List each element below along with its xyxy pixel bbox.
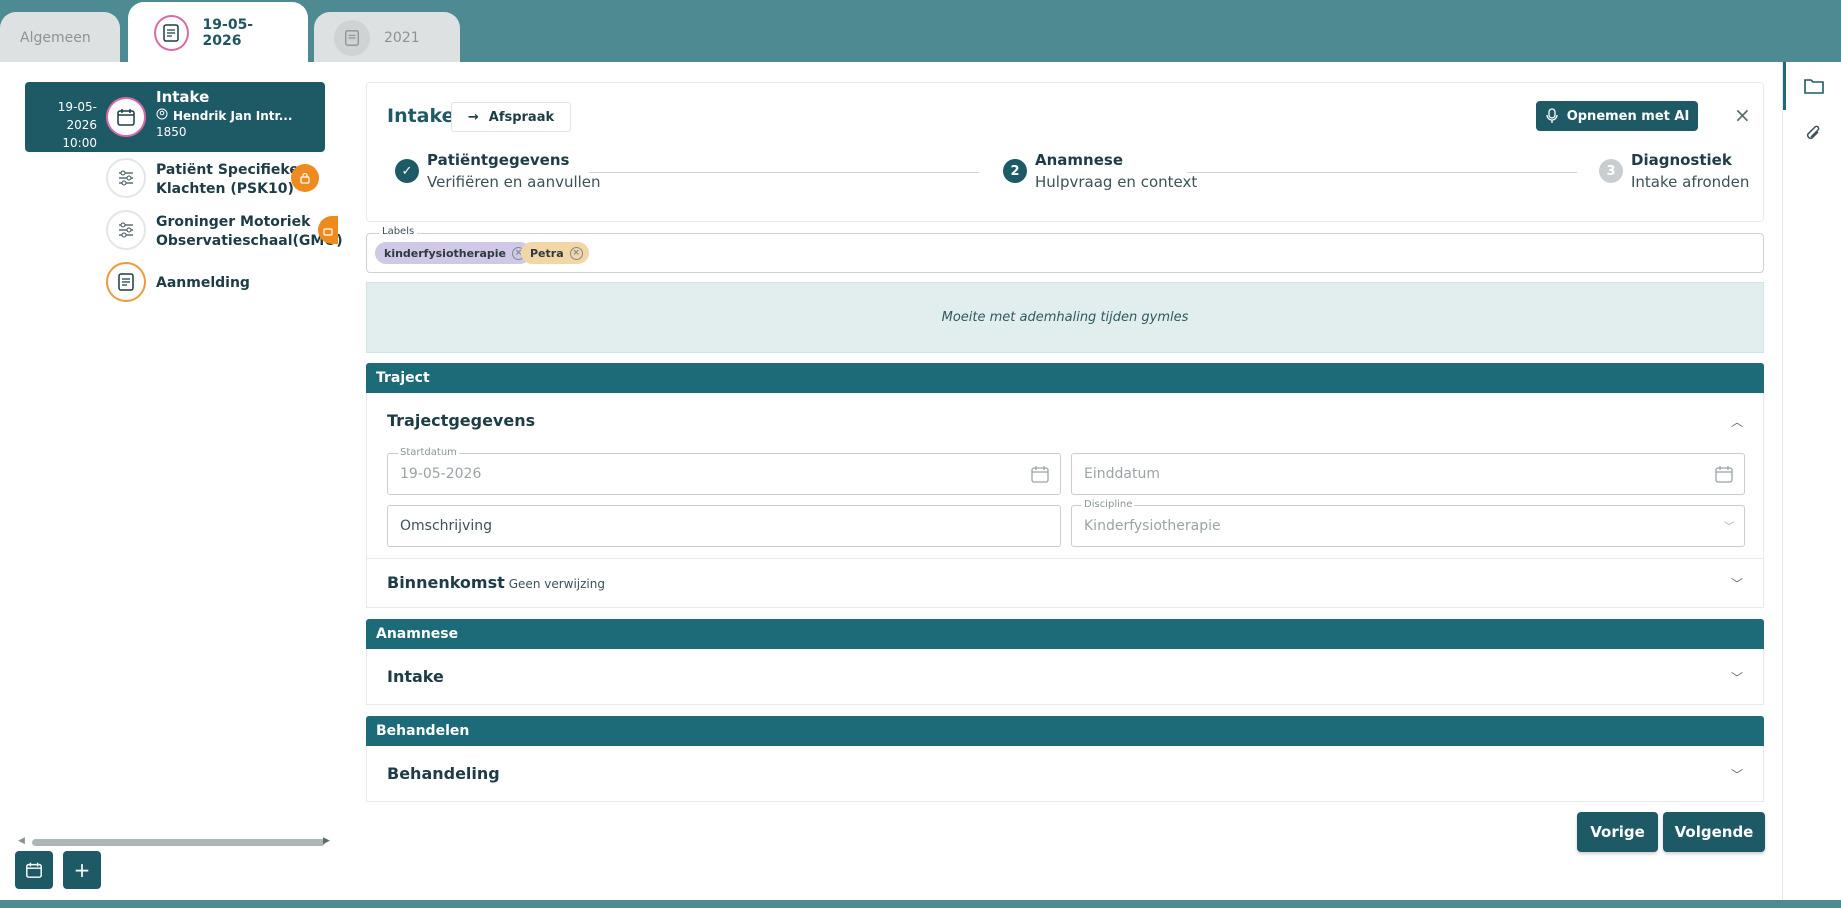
chevron-down-icon[interactable]: ﹀ bbox=[1731, 575, 1743, 592]
section-behandelen-body: Behandeling ﹀ bbox=[366, 746, 1764, 802]
sidebar-item-label: Groninger Motoriek Observatieschaal(GMO) bbox=[156, 214, 343, 249]
document-icon bbox=[334, 20, 370, 56]
appointment-date: 19-05-2026 bbox=[57, 100, 97, 132]
divider bbox=[367, 558, 1763, 559]
tab-label: 19-05-2026 bbox=[202, 17, 254, 49]
label-chip[interactable]: Petra × bbox=[521, 242, 589, 264]
chevron-up-icon[interactable]: ︿ bbox=[1731, 413, 1743, 430]
step-number: 3 bbox=[1599, 159, 1623, 183]
tab-label: Algemeen bbox=[20, 30, 91, 46]
scroll-thumb[interactable] bbox=[32, 839, 325, 846]
sidebar-scrollbar[interactable]: ◀ ▶ bbox=[18, 836, 334, 848]
section-traject-header: Traject bbox=[366, 363, 1764, 393]
lock-icon bbox=[291, 164, 319, 192]
discipline-select[interactable]: Discipline Kinderfysiotherapie ﹀ bbox=[1071, 499, 1745, 547]
scroll-right-icon[interactable]: ▶ bbox=[323, 836, 330, 846]
attachment-button[interactable] bbox=[1783, 110, 1841, 158]
patient-number: 1850 bbox=[156, 125, 187, 139]
sidebar-item-title: Intake bbox=[156, 88, 210, 106]
tab-algemeen[interactable]: Algemeen bbox=[0, 12, 120, 64]
calendar-icon bbox=[26, 862, 42, 878]
arrow-right-icon: → bbox=[467, 109, 479, 125]
step-subtitle: Hulpvraag en context bbox=[1035, 173, 1198, 191]
calendar-icon[interactable] bbox=[1030, 464, 1050, 488]
stepper-card: Intake → Afspraak Opnemen met AI × ✓ Pat… bbox=[366, 82, 1764, 222]
section-behandelen-header: Behandelen bbox=[366, 716, 1764, 746]
user-icon bbox=[156, 108, 168, 123]
trajectgegevens-title[interactable]: Trajectgegevens bbox=[387, 411, 535, 430]
plus-icon: + bbox=[73, 858, 91, 882]
omschrijving-placeholder: Omschrijving bbox=[400, 518, 492, 534]
binnenkomst-row[interactable]: Binnenkomst Geen verwijzing bbox=[387, 573, 605, 592]
einddatum-placeholder: Einddatum bbox=[1084, 466, 1160, 482]
document-icon bbox=[154, 15, 189, 51]
labels-caption: Labels bbox=[379, 226, 418, 237]
behandeling-row[interactable]: Behandeling bbox=[387, 764, 500, 783]
step-title: Diagnostiek bbox=[1631, 151, 1732, 169]
startdatum-caption: Startdatum bbox=[398, 447, 459, 458]
section-anamnese-body: Intake ﹀ bbox=[366, 649, 1764, 705]
complaint-note[interactable]: Moeite met ademhaling tijden gymles bbox=[366, 282, 1764, 353]
binnenkomst-subtitle: Geen verwijzing bbox=[508, 577, 605, 591]
chip-label: kinderfysiotherapie bbox=[384, 246, 507, 260]
main-canvas: 19-05-2026 10:00 Intake Hendrik Jan Intr… bbox=[0, 62, 1782, 900]
binnenkomst-title: Binnenkomst bbox=[387, 573, 505, 592]
sliders-icon bbox=[106, 210, 146, 250]
startdatum-value: 19-05-2026 bbox=[400, 466, 482, 482]
chip-label: Petra bbox=[530, 246, 564, 260]
document-icon bbox=[106, 262, 146, 302]
labels-field[interactable]: Labels kinderfysiotherapie × Petra × bbox=[366, 226, 1764, 273]
tab-date[interactable]: 19-05-2026 bbox=[128, 2, 308, 64]
step-title: Patiëntgegevens bbox=[427, 151, 570, 169]
tab-2021[interactable]: 2021 bbox=[314, 12, 460, 64]
record-ai-button[interactable]: Opnemen met AI bbox=[1536, 101, 1698, 131]
next-button[interactable]: Volgende bbox=[1663, 812, 1765, 852]
appointment-datetime: 19-05-2026 10:00 bbox=[33, 98, 97, 152]
einddatum-field[interactable]: Einddatum bbox=[1071, 453, 1745, 495]
chevron-down-icon: ﹀ bbox=[1724, 522, 1734, 533]
step-connector bbox=[589, 172, 979, 173]
appointment-time: 10:00 bbox=[62, 136, 97, 150]
calendar-button[interactable] bbox=[15, 851, 53, 889]
afspraak-label: Afspraak bbox=[488, 109, 555, 125]
sidebar-item-label: Aanmelding bbox=[156, 275, 250, 291]
step-subtitle: Verifiëren en aanvullen bbox=[427, 173, 601, 191]
lock-icon bbox=[318, 216, 338, 244]
section-anamnese-header: Anamnese bbox=[366, 619, 1764, 649]
afspraak-button[interactable]: → Afspraak bbox=[451, 102, 571, 132]
step-number: 2 bbox=[1003, 159, 1027, 183]
previous-button[interactable]: Vorige bbox=[1577, 812, 1658, 852]
folder-icon bbox=[1804, 79, 1824, 94]
omschrijving-field[interactable]: Omschrijving bbox=[387, 505, 1061, 547]
close-icon[interactable]: × bbox=[1734, 103, 1751, 127]
check-icon: ✓ bbox=[395, 159, 419, 183]
right-rail bbox=[1782, 62, 1841, 900]
sliders-icon bbox=[106, 158, 146, 198]
scroll-left-icon[interactable]: ◀ bbox=[18, 836, 25, 846]
discipline-caption: Discipline bbox=[1082, 499, 1135, 510]
tab-label: 2021 bbox=[384, 30, 420, 46]
label-chip[interactable]: kinderfysiotherapie × bbox=[375, 242, 532, 264]
tab-bar: Algemeen 19-05-2026 2021 bbox=[0, 0, 1841, 64]
folder-button[interactable] bbox=[1783, 62, 1841, 110]
step-connector bbox=[1187, 172, 1577, 173]
chevron-down-icon[interactable]: ﹀ bbox=[1731, 669, 1743, 686]
chevron-down-icon[interactable]: ﹀ bbox=[1731, 766, 1743, 783]
add-button[interactable]: + bbox=[63, 851, 101, 889]
page-title: Intake bbox=[387, 105, 455, 127]
step-title: Anamnese bbox=[1035, 151, 1123, 169]
ai-button-label: Opnemen met AI bbox=[1566, 108, 1690, 124]
discipline-value: Kinderfysiotherapie bbox=[1084, 518, 1221, 534]
microphone-icon bbox=[1546, 108, 1558, 123]
paperclip-icon bbox=[1806, 125, 1819, 140]
step-subtitle: Intake afronden bbox=[1631, 173, 1750, 191]
anamnese-intake-row[interactable]: Intake bbox=[387, 667, 444, 686]
patient-name: Hendrik Jan Intr... bbox=[173, 108, 293, 123]
remove-chip-icon[interactable]: × bbox=[569, 246, 583, 260]
section-traject-body: Trajectgegevens ︿ Startdatum 19-05-2026 … bbox=[366, 393, 1764, 608]
calendar-icon bbox=[106, 97, 146, 137]
startdatum-field[interactable]: Startdatum 19-05-2026 bbox=[387, 447, 1061, 495]
calendar-icon[interactable] bbox=[1714, 464, 1734, 488]
sidebar-item-intake[interactable]: 19-05-2026 10:00 Intake Hendrik Jan Intr… bbox=[25, 82, 325, 152]
